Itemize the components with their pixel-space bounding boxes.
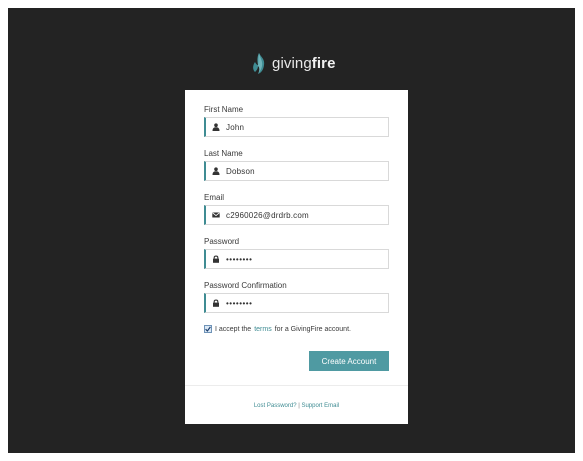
lock-icon (206, 299, 226, 307)
lost-password-link[interactable]: Lost Password? (254, 403, 297, 409)
logo: givingfire (252, 52, 336, 74)
terms-checkbox[interactable] (204, 325, 212, 333)
password-confirmation-label: Password Confirmation (204, 281, 287, 290)
user-icon (206, 123, 226, 131)
terms-row: I accept the terms for a GivingFire acco… (204, 325, 351, 333)
flame-icon (253, 52, 265, 74)
create-account-button[interactable]: Create Account (309, 351, 389, 371)
logo-text-light: giving (272, 54, 312, 72)
footer-separator: | (298, 403, 300, 409)
first-name-value: John (226, 122, 245, 132)
password-label: Password (204, 237, 240, 246)
terms-prefix: I accept the (215, 325, 252, 333)
password-value: •••••••• (226, 254, 253, 264)
terms-link[interactable]: terms (254, 326, 272, 333)
email-label: Email (204, 193, 225, 202)
last-name-value: Dobson (226, 166, 255, 176)
checkmark-icon (205, 326, 211, 332)
email-field[interactable]: c2960026@drdrb.com (204, 205, 389, 225)
email-value: c2960026@drdrb.com (226, 210, 309, 220)
footer-links: Lost Password? | Support Email (185, 403, 408, 409)
user-icon (206, 167, 226, 175)
password-field[interactable]: •••••••• (204, 249, 389, 269)
first-name-label: First Name (204, 105, 244, 114)
page-background: givingfire First Name John Last Name Dob… (8, 8, 575, 453)
logo-text-bold: fire (311, 54, 336, 72)
last-name-field[interactable]: Dobson (204, 161, 389, 181)
password-confirmation-value: •••••••• (226, 298, 253, 308)
terms-suffix: for a GivingFire account. (274, 325, 351, 333)
logo-text: givingfire (272, 55, 336, 72)
support-email-link[interactable]: Support Email (301, 403, 339, 409)
password-confirmation-field[interactable]: •••••••• (204, 293, 389, 313)
signup-card: First Name John Last Name Dobson Email c… (185, 90, 408, 424)
first-name-field[interactable]: John (204, 117, 389, 137)
envelope-icon (206, 211, 226, 219)
lock-icon (206, 255, 226, 263)
card-divider (185, 385, 408, 386)
last-name-label: Last Name (204, 149, 243, 158)
